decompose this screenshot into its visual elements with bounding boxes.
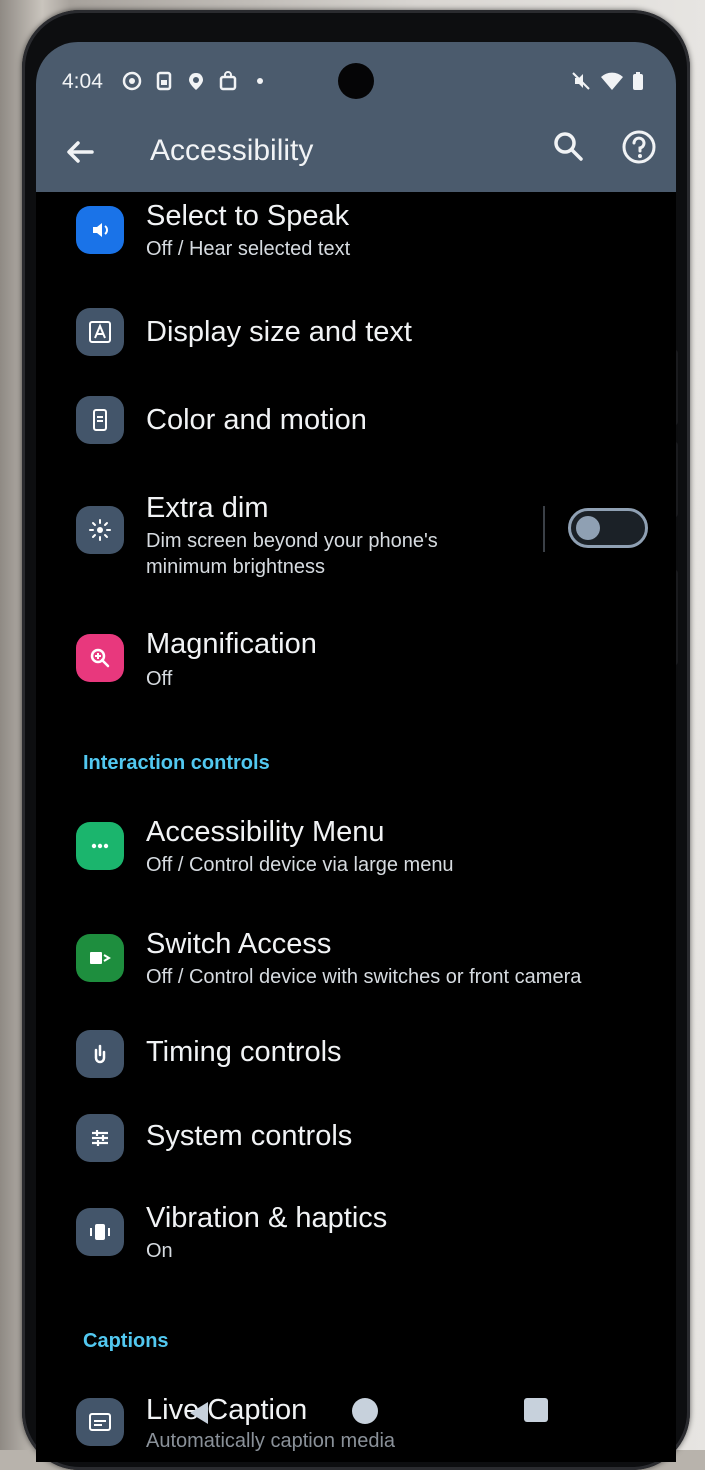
notification-icon — [122, 71, 142, 91]
speaker-icon — [76, 206, 124, 254]
help-icon[interactable] — [620, 128, 658, 166]
location-icon — [186, 71, 206, 91]
list-item-system-controls[interactable]: System controls — [36, 1112, 676, 1176]
item-subtitle: minimum brightness — [146, 556, 325, 578]
item-title: System controls — [146, 1120, 353, 1152]
status-time: 4:04 — [62, 70, 103, 93]
item-subtitle: Off / Control device with switches or fr… — [146, 966, 582, 988]
toggle-divider — [543, 506, 545, 552]
list-item-accessibility-menu[interactable]: Accessibility Menu Off / Control device … — [36, 812, 676, 902]
section-header-captions: Captions — [83, 1330, 169, 1352]
search-icon[interactable] — [550, 128, 586, 164]
mute-icon — [571, 71, 591, 91]
item-title: Accessibility Menu — [146, 816, 385, 848]
list-item-timing-controls[interactable]: Timing controls — [36, 1028, 676, 1092]
menu-dots-icon — [76, 822, 124, 870]
caption-icon — [76, 1398, 124, 1446]
magnify-icon — [76, 634, 124, 682]
item-subtitle: Off / Control device via large menu — [146, 854, 454, 876]
extra-dim-icon — [76, 506, 124, 554]
front-camera — [338, 63, 374, 99]
item-subtitle: Dim screen beyond your phone's — [146, 530, 438, 552]
list-item-color-motion[interactable]: Color and motion — [36, 392, 676, 456]
list-item-magnification[interactable]: Magnification Off — [36, 622, 676, 710]
item-title: Live Caption — [146, 1394, 308, 1426]
item-title: Vibration & haptics — [146, 1202, 388, 1234]
item-subtitle: Off — [146, 668, 173, 690]
item-title: Extra dim — [146, 492, 269, 524]
item-subtitle: On — [146, 1240, 173, 1262]
extra-dim-toggle[interactable] — [568, 508, 648, 548]
toggle-knob — [576, 516, 600, 540]
item-subtitle: Off / Hear selected text — [146, 238, 351, 260]
list-item-live-caption[interactable]: Live Caption Automatically caption media — [36, 1382, 676, 1462]
nav-home-icon[interactable] — [352, 1398, 378, 1424]
item-subtitle: Automatically caption media — [146, 1430, 396, 1452]
item-title: Display size and text — [146, 316, 412, 348]
timing-icon — [76, 1030, 124, 1078]
list-item-vibration[interactable]: Vibration & haptics On — [36, 1198, 676, 1288]
color-motion-icon — [76, 396, 124, 444]
item-title: Color and motion — [146, 404, 367, 436]
text-size-icon — [76, 308, 124, 356]
switch-access-icon — [76, 934, 124, 982]
item-title: Magnification — [146, 628, 317, 660]
vibration-icon — [76, 1208, 124, 1256]
list-item-display-size[interactable]: Display size and text — [36, 304, 676, 368]
page-title: Accessibility — [150, 134, 314, 167]
sim-icon — [154, 71, 174, 91]
list-item-switch-access[interactable]: Switch Access Off / Control device with … — [36, 924, 676, 1014]
more-dot-icon — [250, 71, 270, 91]
status-bar: 4:04 — [36, 42, 676, 122]
item-title: Switch Access — [146, 928, 332, 960]
item-title: Timing controls — [146, 1036, 342, 1068]
sliders-icon — [76, 1114, 124, 1162]
list-item-extra-dim[interactable]: Extra dim Dim screen beyond your phone's… — [36, 480, 676, 590]
back-arrow-icon[interactable] — [60, 132, 100, 172]
nav-recents-icon[interactable] — [524, 1398, 548, 1422]
top-bar: 4:04 Accessibility — [36, 42, 676, 192]
shopping-bag-icon — [218, 71, 238, 91]
item-title: Select to Speak — [146, 200, 350, 232]
wifi-icon — [600, 71, 624, 91]
battery-icon — [628, 71, 648, 91]
nav-back-icon[interactable] — [184, 1398, 214, 1428]
section-header-interaction: Interaction controls — [83, 752, 270, 774]
list-item-select-to-speak[interactable]: Select to Speak Off / Hear selected text — [36, 192, 676, 282]
phone-screen: 4:04 Accessibility Select to Speak Off /… — [36, 42, 676, 1462]
